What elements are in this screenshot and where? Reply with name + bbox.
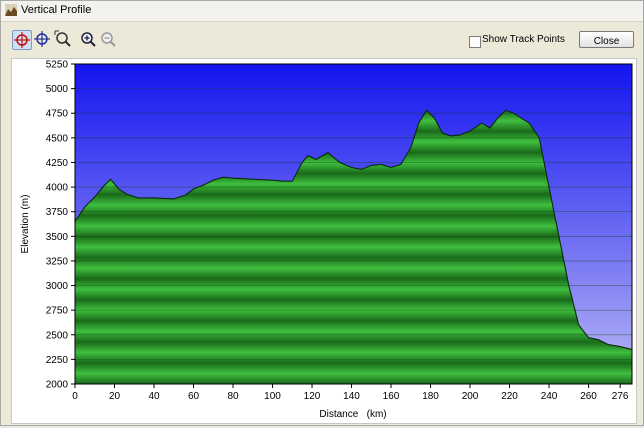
- zoom-in-icon[interactable]: [79, 30, 97, 48]
- x-tick-label: 276: [612, 391, 629, 402]
- y-axis-label: Elevation (m): [20, 195, 31, 254]
- y-tick-label: 5250: [46, 60, 69, 71]
- elevation-chart-panel: 2000 2250 2500 2750 3000 3250 3500 3750 4000 4250…: [11, 58, 637, 424]
- zoom-area-icon[interactable]: [54, 30, 72, 48]
- x-tick-label: 140: [343, 391, 360, 402]
- app-icon: [5, 4, 17, 16]
- x-tick-label: 100: [264, 391, 281, 402]
- crosshair-select-icon[interactable]: [12, 30, 32, 50]
- y-tick-label: 3750: [46, 207, 69, 218]
- y-tick-label: 4750: [46, 109, 69, 120]
- y-tick-label: 2500: [46, 330, 69, 341]
- show-track-points-label[interactable]: Show Track Points: [482, 34, 565, 45]
- x-tick-label: 120: [304, 391, 321, 402]
- zoom-out-icon[interactable]: [99, 30, 117, 48]
- y-tick-label: 2000: [46, 380, 69, 391]
- y-tick-label: 5000: [46, 84, 69, 95]
- elevation-profile-chart: 2000225025002750300032503500375040004250…: [20, 60, 633, 420]
- x-axis-label: Distance (km): [319, 409, 386, 420]
- x-tick-label: 40: [148, 391, 160, 402]
- x-tick-label: 0: [72, 391, 78, 402]
- window-title: Vertical Profile: [21, 4, 92, 16]
- close-button[interactable]: Close: [579, 31, 634, 48]
- y-tick-label: 2750: [46, 306, 69, 317]
- y-tick-label: 2250: [46, 355, 69, 366]
- x-tick-label: 180: [422, 391, 439, 402]
- y-tick-label: 4250: [46, 158, 69, 169]
- x-tick-label: 260: [580, 391, 597, 402]
- y-tick-label: 4000: [46, 183, 69, 194]
- y-tick-label: 3500: [46, 232, 69, 243]
- x-tick-label: 20: [109, 391, 121, 402]
- x-tick-label: 80: [227, 391, 239, 402]
- y-tick-label: 3000: [46, 281, 69, 292]
- y-tick-label: 4500: [46, 133, 69, 144]
- title-bar: Vertical Profile: [1, 1, 643, 22]
- crosshair-icon[interactable]: [33, 30, 51, 48]
- x-tick-label: 60: [188, 391, 200, 402]
- show-track-points-checkbox[interactable]: [469, 36, 481, 48]
- x-tick-label: 160: [383, 391, 400, 402]
- x-tick-label: 220: [501, 391, 518, 402]
- x-tick-label: 240: [541, 391, 558, 402]
- vertical-profile-window: Vertical Profile Show Track Points Close…: [0, 0, 644, 426]
- x-tick-label: 200: [462, 391, 479, 402]
- y-tick-label: 3250: [46, 256, 69, 267]
